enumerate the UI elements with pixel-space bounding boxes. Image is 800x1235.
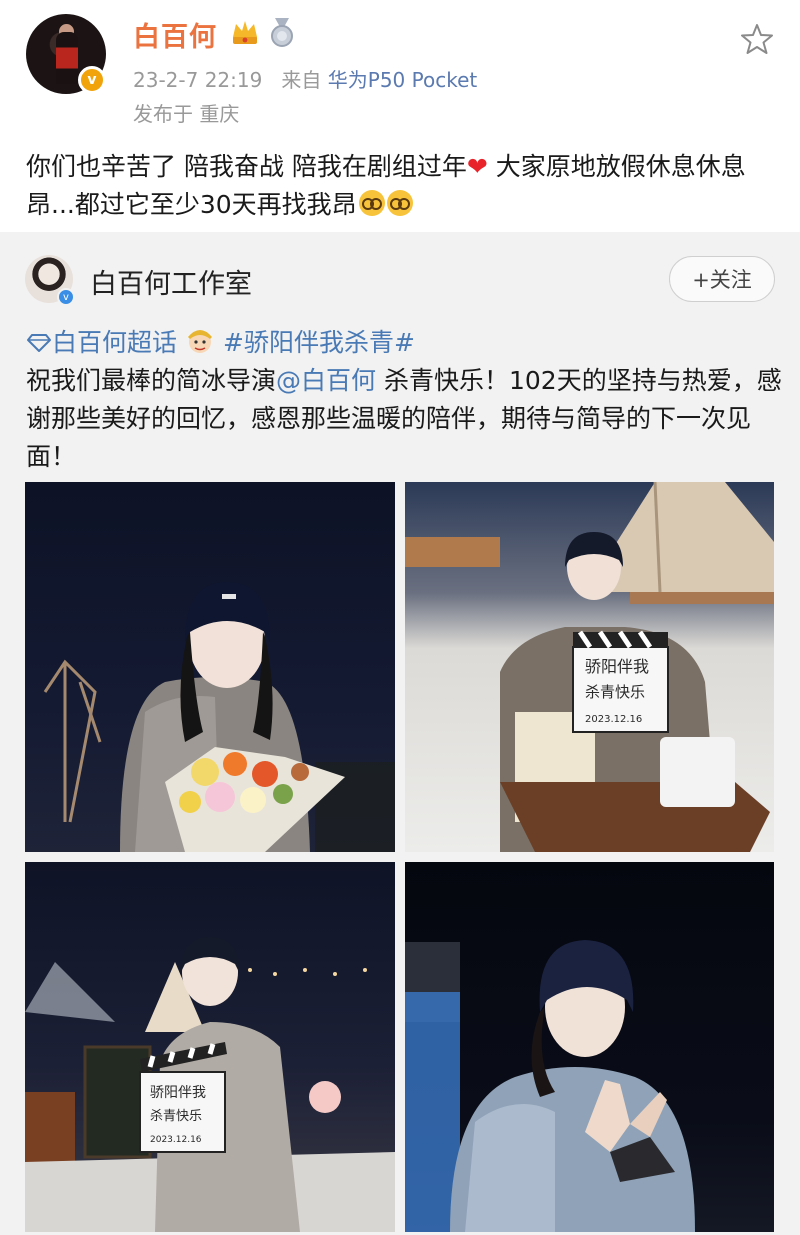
post-text: 你们也辛苦了 陪我奋战 陪我在剧组过年❤ 大家原地放假休息休息昂...都过它至少…: [26, 148, 786, 224]
nerd-face-icon: [386, 190, 413, 216]
super-topic-link[interactable]: 白百何超话: [52, 328, 177, 357]
photo-hands-scene: [405, 940, 695, 1232]
post-header: v 白百何 23-2-7 22:19 来自 华为P50 Pocket 发布于 重…: [0, 0, 800, 140]
repost-author[interactable]: 白百何工作室: [90, 262, 252, 301]
clapper-date: 2023.12.16: [150, 1135, 202, 1145]
repost-card[interactable]: v 白百何工作室 +关注 白百何超话 #骄阳伴我杀青# 祝我们最棒的简冰导演@白…: [0, 232, 800, 1235]
clapper-subtitle: 杀青快乐: [585, 683, 645, 701]
photo-bouquet-scene: [43, 582, 395, 852]
photo-standing-clapperboard[interactable]: 骄阳伴我 杀青快乐 2023.12.16: [25, 862, 395, 1232]
sticker-icon: [188, 330, 213, 353]
clapper-subtitle: 杀青快乐: [150, 1109, 202, 1124]
photo-hands-closeup[interactable]: [405, 862, 774, 1232]
hashtag-link[interactable]: #骄阳伴我杀青#: [223, 328, 415, 357]
nerd-face-icon: [358, 190, 385, 216]
photo-standing-scene: 骄阳伴我 杀青快乐 2023.12.16: [25, 937, 395, 1232]
clapper-title: 骄阳伴我: [585, 657, 649, 676]
post-location: 发布于 重庆: [133, 102, 240, 126]
verified-badge-icon: v: [57, 288, 75, 306]
clapper-date: 2023.12.16: [585, 714, 642, 725]
heart-icon: ❤: [466, 152, 488, 181]
crown-icon: [233, 21, 257, 44]
star-icon[interactable]: [740, 22, 774, 56]
mention-link[interactable]: @白百何: [276, 366, 376, 395]
post-meta: 23-2-7 22:19 来自 华为P50 Pocket: [133, 64, 477, 93]
follow-button[interactable]: +关注: [669, 256, 775, 302]
from-label: 来自: [281, 68, 322, 92]
username[interactable]: 白百何: [133, 15, 217, 54]
post-text-part1: 你们也辛苦了 陪我奋战 陪我在剧组过年: [26, 152, 467, 181]
device-link[interactable]: 华为P50 Pocket: [328, 68, 477, 92]
verified-badge-icon: v: [78, 66, 106, 94]
diamond-icon: [27, 334, 51, 352]
photo-sled-scene: 骄阳伴我 杀青快乐 2023.12.16: [405, 482, 774, 852]
photo-sled-clapperboard[interactable]: 骄阳伴我 杀青快乐 2023.12.16: [405, 482, 774, 852]
repost-text-before: 祝我们最棒的简冰导演: [26, 366, 277, 395]
photo-bouquet[interactable]: [25, 482, 395, 852]
clapperboard: 骄阳伴我 杀青快乐 2023.12.16: [572, 630, 669, 733]
post-date: 23-2-7 22:19: [133, 68, 263, 92]
repost-text: 白百何超话 #骄阳伴我杀青# 祝我们最棒的简冰导演@白百何 杀青快乐！102天的…: [26, 324, 786, 476]
medal-icon: [271, 18, 293, 47]
clapper-title: 骄阳伴我: [150, 1085, 206, 1101]
